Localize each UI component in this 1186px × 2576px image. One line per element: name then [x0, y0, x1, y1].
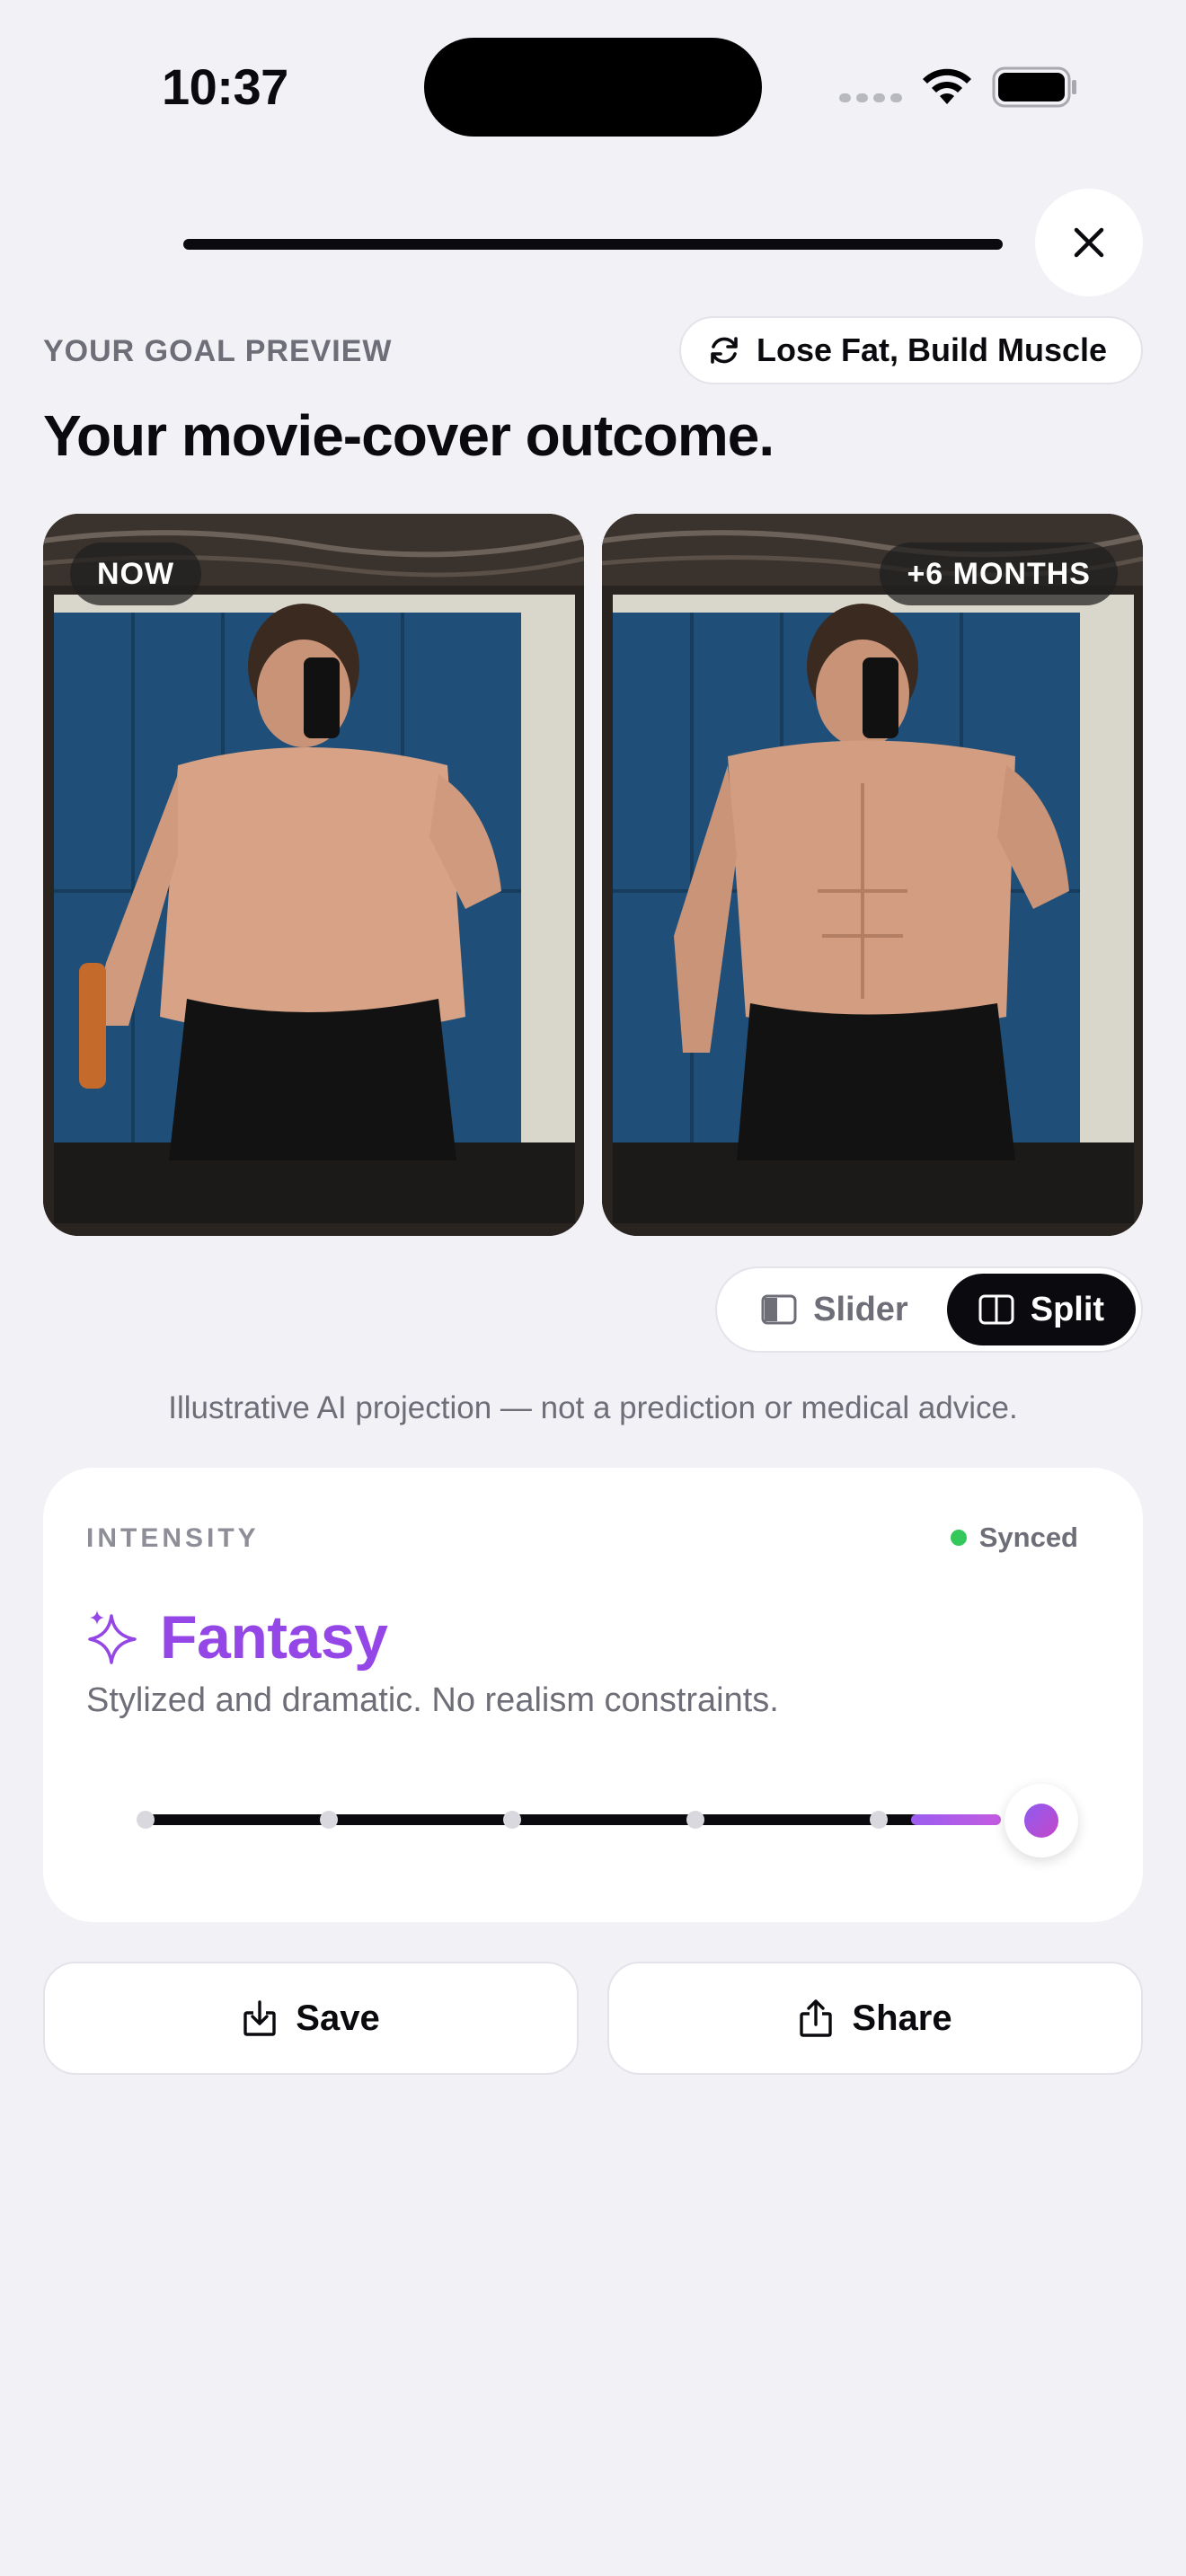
sparkles-icon — [88, 1610, 137, 1664]
page-title: Your movie-cover outcome. — [43, 403, 774, 468]
intensity-mode-title: Fantasy — [160, 1603, 388, 1672]
close-icon — [1074, 227, 1104, 258]
slider-view-icon — [761, 1294, 797, 1325]
before-photo: NOW — [43, 514, 584, 1236]
after-label: +6 MONTHS — [880, 543, 1118, 605]
intensity-tick — [686, 1811, 704, 1829]
share-button[interactable]: Share — [607, 1962, 1143, 2075]
intensity-slider-thumb[interactable] — [1005, 1784, 1078, 1857]
share-button-label: Share — [852, 1998, 952, 2038]
sync-status: Synced — [950, 1522, 1078, 1554]
wifi-icon — [923, 68, 971, 104]
save-button-label: Save — [296, 1998, 380, 2038]
before-photo-image — [43, 514, 584, 1236]
intensity-eyebrow: INTENSITY — [86, 1523, 260, 1553]
view-option-slider-label: Slider — [813, 1290, 908, 1328]
intensity-tick — [320, 1811, 338, 1829]
section-eyebrow: YOUR GOAL PREVIEW — [43, 334, 393, 368]
refresh-icon — [711, 337, 738, 364]
cellular-signal-icon — [839, 93, 902, 102]
intensity-card: INTENSITY Synced Fantasy Stylized and dr… — [43, 1468, 1143, 1922]
goal-chip-label: Lose Fat, Build Muscle — [757, 331, 1108, 368]
view-option-slider[interactable]: Slider — [722, 1274, 947, 1345]
intensity-tick — [870, 1811, 888, 1829]
sync-status-label: Synced — [978, 1522, 1078, 1553]
after-photo-image — [602, 514, 1143, 1236]
goal-selector-chip[interactable]: Lose Fat, Build Muscle — [679, 316, 1143, 384]
close-button[interactable] — [1035, 189, 1143, 296]
status-time: 10:37 — [162, 58, 288, 115]
intensity-tick — [137, 1811, 155, 1829]
sync-status-dot — [950, 1530, 967, 1546]
ai-disclaimer: Illustrative AI projection — not a predi… — [168, 1390, 1018, 1425]
view-mode-toggle: Slider Split — [715, 1266, 1143, 1353]
intensity-tick — [503, 1811, 521, 1829]
intensity-mode-description: Stylized and dramatic. No realism constr… — [86, 1681, 779, 1719]
after-photo: +6 MONTHS — [602, 514, 1143, 1236]
save-download-icon — [243, 2000, 276, 2036]
view-option-split-label: Split — [1030, 1290, 1105, 1328]
goal-preview-screen: 10:37 YOUR GOAL PREVIEW Lose Fat, Build … — [0, 0, 1186, 2576]
split-view-icon — [978, 1294, 1014, 1325]
intensity-mode: Fantasy — [86, 1602, 388, 1672]
battery-icon — [992, 66, 1076, 108]
view-option-split[interactable]: Split — [946, 1274, 1136, 1345]
onboarding-progress-bar — [183, 239, 1003, 250]
intensity-slider-thumb-dot — [1024, 1804, 1058, 1838]
dynamic-island — [424, 38, 762, 137]
intensity-slider-track[interactable] — [144, 1814, 931, 1825]
intensity-slider-fill — [911, 1814, 1001, 1825]
before-label: NOW — [70, 543, 202, 605]
save-button[interactable]: Save — [43, 1962, 579, 2075]
share-icon — [800, 1999, 833, 2037]
